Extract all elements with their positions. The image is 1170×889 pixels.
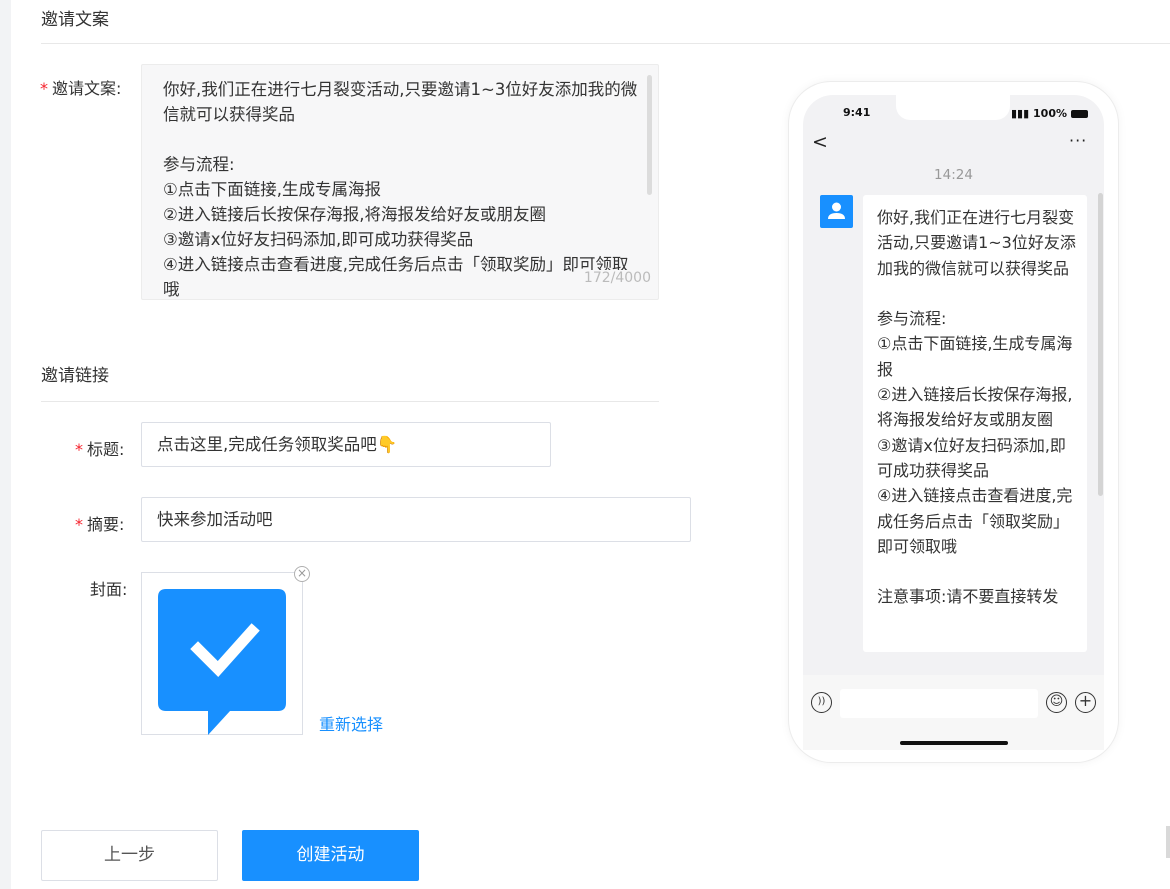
section-divider [41,43,1170,44]
message-bubble: 你好,我们正在进行七月裂变活动,只要邀请1~3位好友添加我的微信就可以获得奖品 … [863,195,1087,652]
section-divider [41,401,659,402]
title-label-text: 标题: [87,440,125,459]
title-label: * 标题: [75,436,124,460]
back-icon[interactable]: < [812,133,828,152]
voice-icon[interactable]: )) [811,692,832,713]
chat-input[interactable] [840,689,1038,718]
chat-timestamp: 14:24 [934,167,973,183]
home-indicator [900,741,1008,745]
required-mark: * [75,440,83,459]
cover-label: 封面: [90,580,128,599]
cover-image[interactable] [141,572,303,735]
battery-icon [1070,110,1088,118]
more-icon[interactable]: ··· [1069,131,1087,150]
chat-check-icon [158,589,286,735]
prev-step-button[interactable]: 上一步 [41,830,218,881]
invite-text-content: 你好,我们正在进行七月裂变活动,只要邀请1~3位好友添加我的微信就可以获得奖品 … [163,80,638,299]
char-count: 172/4000 [579,270,651,286]
scrollbar-edge [1166,826,1170,858]
invite-text-textarea[interactable]: 你好,我们正在进行七月裂变活动,只要邀请1~3位好友添加我的微信就可以获得奖品 … [141,64,659,300]
message-text: 你好,我们正在进行七月裂变活动,只要邀请1~3位好友添加我的微信就可以获得奖品 … [877,208,1076,607]
required-mark: * [40,79,48,98]
summary-label: * 摘要: [75,511,124,535]
plus-icon[interactable]: + [1075,692,1096,713]
battery-percent: 100% [1033,107,1067,120]
section-title-invite-link: 邀请链接 [41,366,109,386]
user-icon [828,202,845,219]
signal-icon: ▮▮▮ [1011,107,1030,120]
textarea-scrollbar[interactable] [647,75,652,195]
phone-notch [896,95,1010,120]
summary-input[interactable]: 快来参加活动吧 [141,497,691,542]
reselect-cover-link[interactable]: 重新选择 [319,711,383,735]
left-panel-edge [0,0,11,889]
section-title-invite-text: 邀请文案 [41,10,109,30]
avatar [820,195,853,228]
title-input[interactable]: 点击这里,完成任务领取奖品吧👇 [141,422,551,467]
status-time: 9:41 [843,106,871,119]
required-mark: * [75,515,83,534]
invite-text-label-text: 邀请文案: [52,79,122,98]
remove-cover-icon[interactable]: × [294,566,310,582]
create-activity-button[interactable]: 创建活动 [242,830,419,881]
summary-label-text: 摘要: [87,515,125,534]
emoji-icon[interactable]: ☺ [1046,692,1067,713]
chat-scrollbar[interactable] [1098,193,1103,496]
invite-text-label: * 邀请文案: [40,75,121,99]
status-battery: ▮▮▮ 100% [1011,107,1088,120]
